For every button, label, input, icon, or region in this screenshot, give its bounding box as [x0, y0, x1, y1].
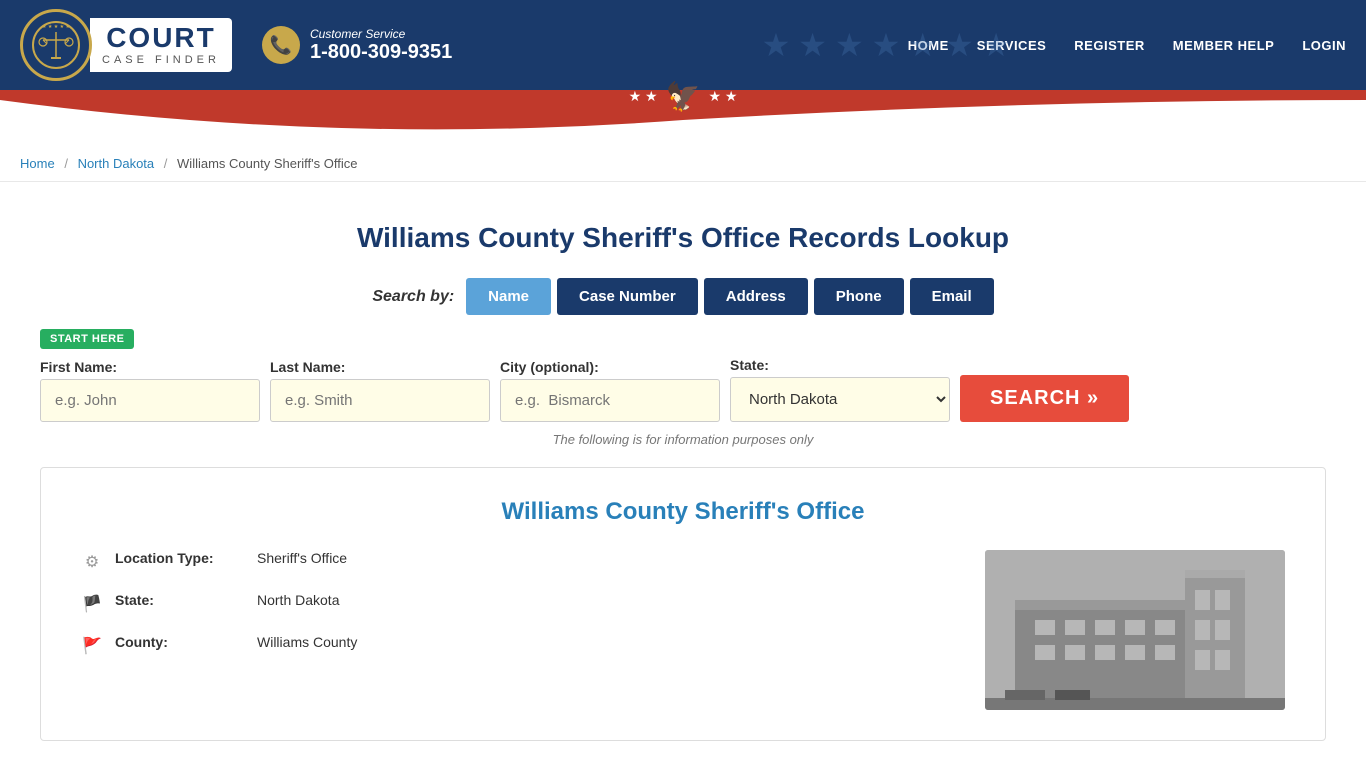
state-label: State: — [730, 357, 950, 373]
last-name-label: Last Name: — [270, 359, 490, 375]
tab-address[interactable]: Address — [704, 278, 808, 315]
nav-member-help[interactable]: MEMBER HELP — [1173, 38, 1275, 53]
logo-text: COURT CASE FINDER — [90, 18, 232, 72]
tab-email[interactable]: Email — [910, 278, 994, 315]
eagle-icon: 🦅 — [666, 80, 701, 113]
info-details: ⚙ Location Type: Sheriff's Office 🏴 Stat… — [81, 550, 955, 710]
breadcrumb-state[interactable]: North Dakota — [78, 156, 155, 171]
tab-name[interactable]: Name — [466, 278, 551, 315]
info-card-title: Williams County Sheriff's Office — [81, 498, 1285, 526]
info-row-type: ⚙ Location Type: Sheriff's Office — [81, 550, 955, 572]
breadcrumb-current: Williams County Sheriff's Office — [177, 156, 357, 171]
county-label: County: — [115, 634, 245, 650]
info-row-county: 🚩 County: Williams County — [81, 634, 955, 656]
breadcrumb-home[interactable]: Home — [20, 156, 55, 171]
city-field: City (optional): — [500, 359, 720, 422]
state-info-label: State: — [115, 592, 245, 608]
eagle-stars: ★ ★ 🦅 ★ ★ — [629, 80, 738, 113]
logo-case-finder-text: CASE FINDER — [102, 54, 220, 66]
nav-login[interactable]: LOGIN — [1302, 38, 1346, 53]
tab-phone[interactable]: Phone — [814, 278, 904, 315]
main-content: Williams County Sheriff's Office Records… — [0, 182, 1366, 761]
last-name-input[interactable] — [270, 379, 490, 422]
location-type-icon: ⚙ — [81, 552, 103, 572]
location-type-value: Sheriff's Office — [257, 550, 347, 566]
last-name-field: Last Name: — [270, 359, 490, 422]
phone-icon: 📞 — [262, 26, 300, 64]
nav-home[interactable]: HOME — [908, 38, 949, 53]
search-by-label: Search by: — [372, 288, 454, 306]
svg-text:★ ★ ★ ★ ★: ★ ★ ★ ★ ★ — [42, 24, 70, 30]
building-image — [985, 550, 1285, 710]
state-info-value: North Dakota — [257, 592, 339, 608]
start-here-badge: START HERE — [40, 329, 134, 349]
page-title: Williams County Sheriff's Office Records… — [40, 222, 1326, 254]
info-note: The following is for information purpose… — [40, 432, 1326, 447]
search-form-row: First Name: Last Name: City (optional): … — [40, 357, 1326, 422]
nav-register[interactable]: REGISTER — [1074, 38, 1144, 53]
eagle-decoration: ★ ★ 🦅 ★ ★ — [629, 80, 738, 113]
first-name-label: First Name: — [40, 359, 260, 375]
main-nav: HOME SERVICES REGISTER MEMBER HELP LOGIN — [908, 38, 1346, 53]
search-button[interactable]: SEARCH » — [960, 375, 1129, 422]
county-value: Williams County — [257, 634, 357, 650]
state-select[interactable]: North Dakota — [730, 377, 950, 422]
banner-wave-area: ★ ★ 🦅 ★ ★ — [0, 100, 1366, 146]
logo-court-text: COURT — [106, 24, 216, 52]
cs-label: Customer Service — [310, 27, 452, 41]
location-type-label: Location Type: — [115, 550, 245, 566]
tab-case-number[interactable]: Case Number — [557, 278, 698, 315]
city-input[interactable] — [500, 379, 720, 422]
first-name-input[interactable] — [40, 379, 260, 422]
info-card-body: ⚙ Location Type: Sheriff's Office 🏴 Stat… — [81, 550, 1285, 710]
info-row-state: 🏴 State: North Dakota — [81, 592, 955, 614]
cs-text: Customer Service 1-800-309-9351 — [310, 27, 452, 64]
logo-area: ★ ★ ★ ★ ★ COURT CASE FINDER — [20, 9, 232, 81]
state-field: State: North Dakota — [730, 357, 950, 422]
search-by-row: Search by: Name Case Number Address Phon… — [40, 278, 1326, 315]
city-label: City (optional): — [500, 359, 720, 375]
site-header: ★ ★ ★ ★ ★ COURT CASE FINDER 📞 Customer S… — [0, 0, 1366, 90]
info-card: Williams County Sheriff's Office ⚙ Locat… — [40, 467, 1326, 741]
customer-service: 📞 Customer Service 1-800-309-9351 — [262, 26, 452, 64]
first-name-field: First Name: — [40, 359, 260, 422]
breadcrumb-sep-2: / — [164, 156, 168, 171]
logo-circle: ★ ★ ★ ★ ★ — [20, 9, 92, 81]
county-icon: 🚩 — [81, 636, 103, 656]
state-info-icon: 🏴 — [81, 594, 103, 614]
cs-phone: 1-800-309-9351 — [310, 41, 452, 64]
breadcrumb: Home / North Dakota / Williams County Sh… — [0, 146, 1366, 182]
nav-services[interactable]: SERVICES — [977, 38, 1047, 53]
breadcrumb-sep-1: / — [64, 156, 68, 171]
